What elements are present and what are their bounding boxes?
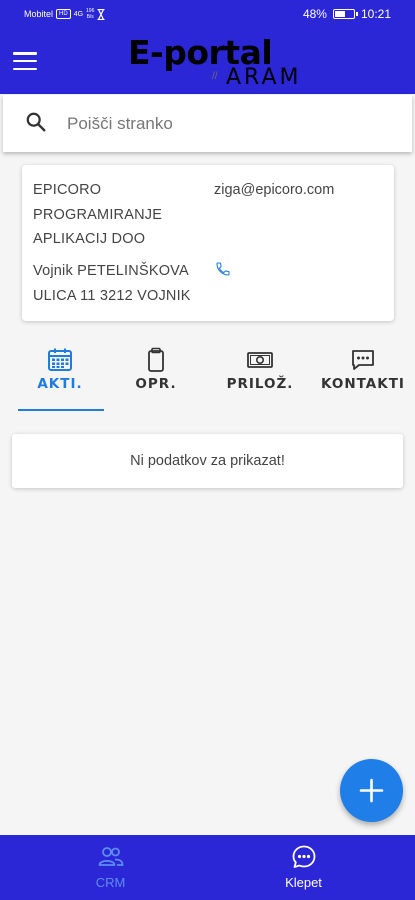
network-speed-unit: B/s — [86, 14, 94, 20]
status-bar-right: 48% 10:21 — [303, 7, 391, 21]
empty-state-message: Ni podatkov za prikazat! — [12, 434, 403, 488]
nav-item-crm[interactable]: CRM — [7, 835, 214, 900]
tab-label: KONTAKTI — [321, 376, 405, 392]
hamburger-line — [13, 67, 37, 70]
search-input[interactable] — [67, 111, 397, 137]
clock: 10:21 — [360, 7, 391, 21]
contact-card[interactable]: EPICORO PROGRAMIRANJE APLIKACIJ DOO ziga… — [22, 165, 394, 321]
nav-item-klepet[interactable]: Klepet — [200, 835, 407, 900]
chat-icon — [352, 350, 374, 370]
logo-subtitle: ARAM — [226, 65, 302, 90]
company-name: EPICORO PROGRAMIRANJE APLIKACIJ DOO — [33, 182, 163, 247]
clipboard-icon — [148, 347, 164, 372]
hamburger-line — [13, 59, 37, 63]
chat-bubble-icon — [292, 845, 315, 868]
status-bar-left: Mobitel HD 4G 196 B/s — [24, 8, 105, 20]
money-icon — [247, 352, 273, 368]
signal-indicator: 4G — [73, 10, 84, 18]
search-bar — [3, 95, 412, 152]
add-button[interactable] — [340, 759, 403, 822]
hourglass-icon — [97, 8, 105, 20]
nav-label: CRM — [95, 875, 126, 890]
tab-label: PRILOŽ. — [226, 376, 294, 392]
network-badge: HD — [56, 9, 71, 19]
status-bar: Mobitel HD 4G 196 B/s 48% 10:21 — [0, 0, 415, 30]
battery-percent: 48% — [302, 7, 327, 21]
tab-label: OPR. — [135, 376, 177, 392]
tab-kontakti[interactable]: KONTAKTI — [318, 340, 415, 412]
tab-priloge[interactable]: PRILOŽ. — [212, 340, 308, 412]
tab-aktivnosti[interactable]: AKTI. — [8, 340, 112, 412]
tab-bar: AKTI. OPR. PRILOŽ. KONTAKTI — [0, 340, 415, 415]
tab-label: AKTI. — [37, 376, 83, 392]
tab-opravila[interactable]: OPR. — [112, 340, 200, 412]
hamburger-line — [13, 52, 37, 55]
bottom-navigation: CRM Klepet — [0, 835, 415, 900]
plus-icon — [359, 778, 384, 803]
active-tab-indicator — [18, 409, 104, 411]
search-icon[interactable] — [25, 111, 47, 133]
battery-fill — [334, 11, 345, 17]
contact-email[interactable]: ziga@epicoro.com — [214, 178, 334, 203]
app-logo: E-portal // ARAM — [128, 33, 338, 91]
hamburger-icon[interactable] — [12, 50, 38, 72]
network-speed: 196 B/s — [86, 8, 94, 20]
contact-address: Vojnik PETELINŠKOVA ULICA 11 3212 VOJNIK — [33, 263, 191, 304]
battery-icon — [332, 9, 358, 19]
carrier-name: Mobitel — [24, 9, 54, 19]
logo-mark: // — [212, 71, 218, 82]
calendar-icon — [48, 348, 72, 371]
phone-icon[interactable] — [215, 261, 231, 277]
app-bar: E-portal // ARAM — [0, 30, 415, 94]
nav-label: Klepet — [285, 875, 322, 890]
people-icon — [98, 847, 123, 866]
